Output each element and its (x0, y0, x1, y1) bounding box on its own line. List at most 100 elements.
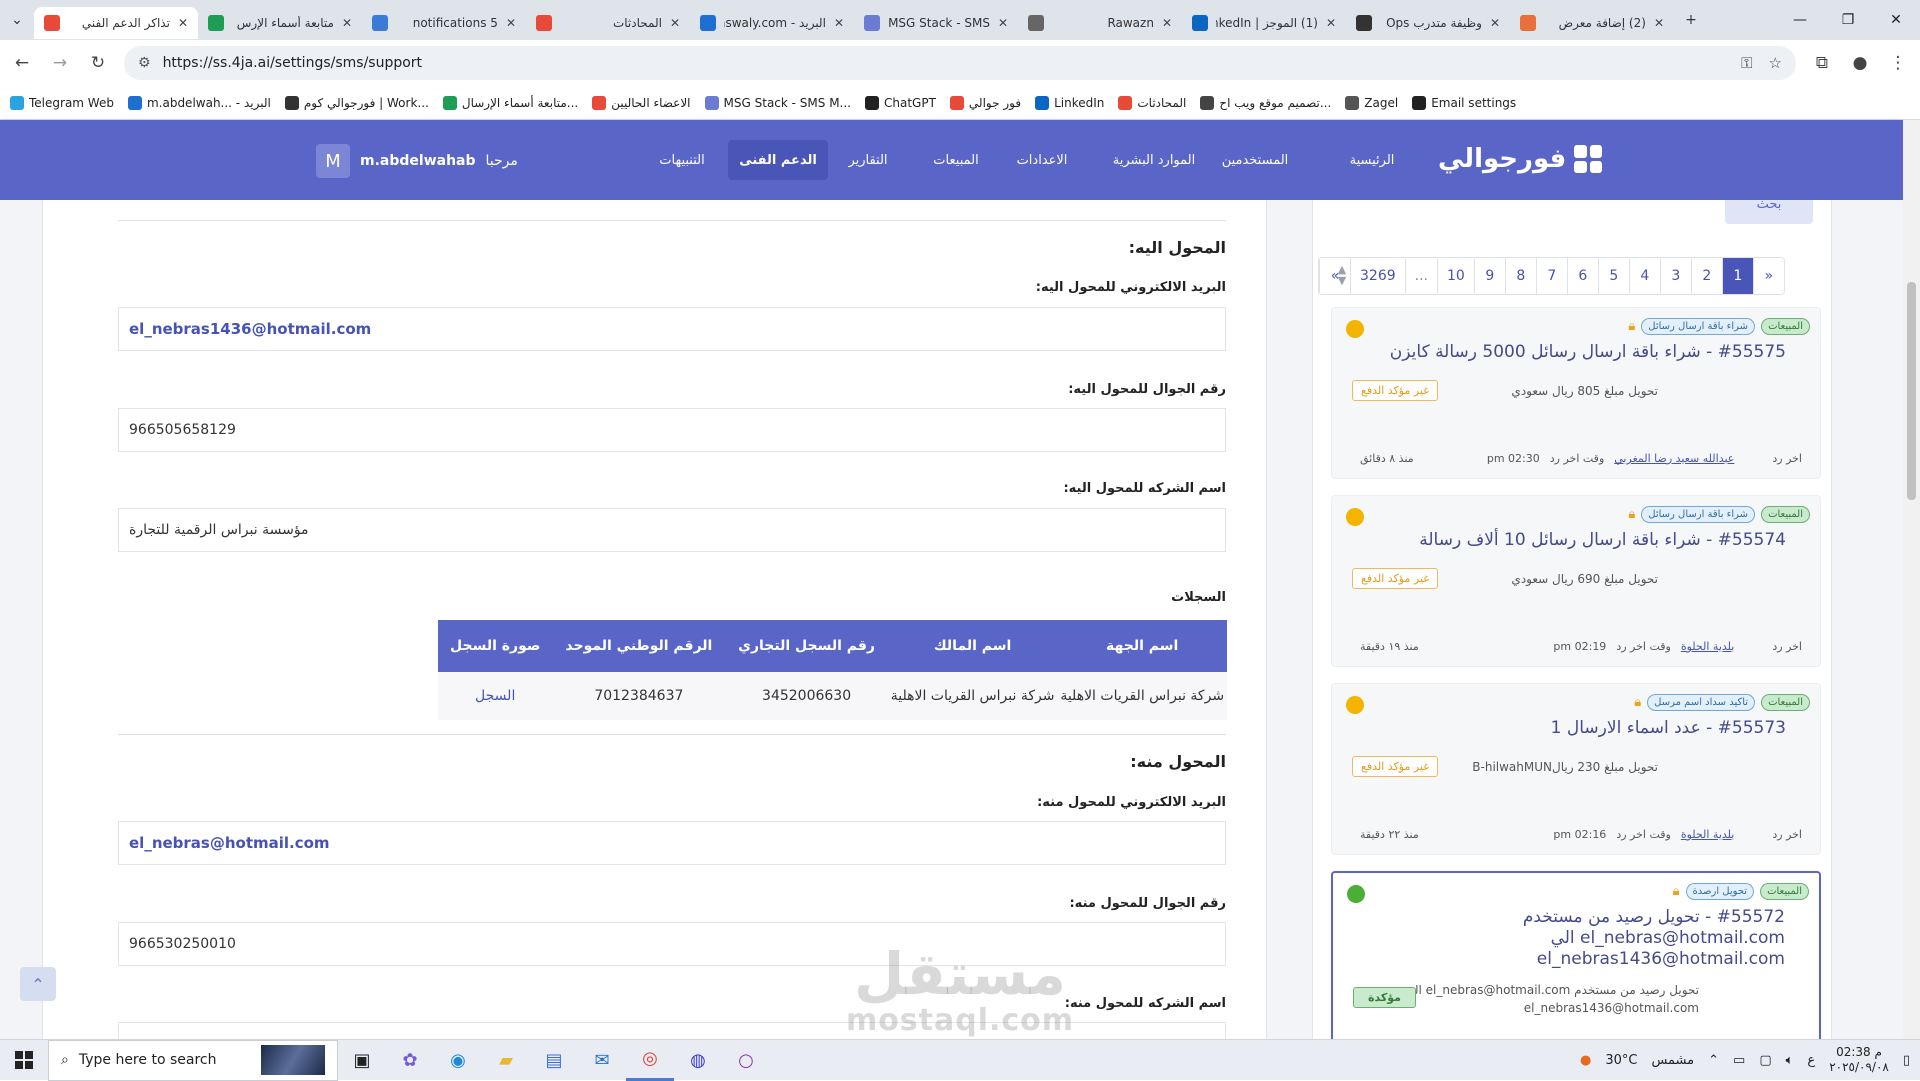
record-image-link[interactable]: السجل (438, 672, 553, 720)
minimize-icon[interactable]: — (1776, 12, 1824, 28)
bookmark-item[interactable]: Email settings (1412, 95, 1516, 110)
chevron-up-icon[interactable]: ⌃ (1708, 1053, 1719, 1068)
tab-close-icon[interactable]: ✕ (506, 16, 516, 30)
nav-item[interactable]: الموارد البشرية (1094, 140, 1214, 180)
browser-tab[interactable]: (1) الموجز | LinkedIn ✕ (1182, 7, 1346, 39)
ticket-card[interactable]: المبيعات شراء باقة ارسال رسائل 🔒︎ #55574 - … (1331, 495, 1821, 667)
nav-item[interactable]: الاعدادات (1000, 140, 1084, 180)
volume-icon[interactable]: 🔈︎ (1786, 1053, 1794, 1068)
bookmark-item[interactable]: Zagel (1345, 95, 1398, 110)
notifications-icon[interactable]: ▯ (1903, 1053, 1910, 1068)
bookmark-item[interactable]: LinkedIn (1035, 95, 1104, 110)
bookmark-item[interactable]: الاعضاء الحاليين (592, 95, 691, 110)
forward-icon[interactable]: → (48, 53, 72, 73)
weather-label[interactable]: مشمس (1651, 1053, 1694, 1068)
page-link[interactable]: 3 (1659, 258, 1691, 294)
nav-item[interactable]: المبيعات (916, 140, 996, 180)
profile-icon[interactable]: ● (1848, 53, 1872, 73)
tab-close-icon[interactable]: ✕ (178, 16, 188, 30)
browser-tab[interactable]: 5 notifications ✕ (362, 7, 526, 39)
tab-close-icon[interactable]: ✕ (1490, 16, 1500, 30)
taskbar-search[interactable]: ⌕ Type here to search (48, 1039, 338, 1081)
ticket-title[interactable]: #55572 - تحويل رصيد من مستخدم el_nebras@h… (1523, 907, 1785, 970)
browser-tab[interactable]: Rawazn ✕ (1018, 7, 1182, 39)
bookmark-item[interactable]: فورجوالي كوم | Work... (284, 95, 429, 110)
nav-item[interactable]: الدعم الفنى (728, 140, 828, 180)
tab-close-icon[interactable]: ✕ (670, 16, 680, 30)
last-reply-user[interactable]: بلدية الحلوة (1681, 828, 1735, 841)
app-icon[interactable]: ◍ (674, 1040, 722, 1081)
outlook-icon[interactable]: ✉ (578, 1040, 626, 1081)
page-link[interactable]: 2 (1690, 258, 1722, 294)
start-button[interactable] (0, 1051, 48, 1069)
bookmark-item[interactable]: تصميم موقع ويب اح... (1200, 95, 1331, 110)
ticket-card[interactable]: المبيعات شراء باقة ارسال رسائل 🔒︎ #55575 - … (1331, 307, 1821, 479)
bookmark-item[interactable]: فور جوالي (949, 95, 1021, 110)
bookmark-item[interactable]: MSG Stack - SMS M... (704, 95, 851, 110)
tab-close-icon[interactable]: ✕ (1162, 16, 1172, 30)
bookmark-item[interactable]: متابعة أسماء الإرسال... (442, 95, 578, 110)
page-link[interactable]: 1 (1721, 258, 1753, 294)
bookmark-item[interactable]: المحادثات (1118, 95, 1186, 110)
ticket-card[interactable]: المبيعات تاكيد سداد اسم مرسل 🔒︎ #55573 - عد… (1331, 683, 1821, 855)
edge-icon[interactable]: ◉ (434, 1040, 482, 1081)
new-tab-button[interactable]: + (1674, 3, 1708, 37)
ticket-card[interactable]: المبيعات تحويل ارصدة 🔒︎ #55572 - تحويل رصيد… (1331, 871, 1821, 1039)
url-field[interactable]: ⚙ https://ss.4ja.ai/settings/sms/support… (124, 46, 1796, 80)
last-reply-user[interactable]: عبدالله سعيد رضا المغربي (1614, 452, 1734, 465)
page-link[interactable]: 4 (1628, 258, 1660, 294)
page-link[interactable]: « (1752, 258, 1784, 294)
nav-item[interactable]: الرئيسية (1326, 140, 1418, 180)
back-icon[interactable]: ← (10, 53, 34, 73)
tab-close-icon[interactable]: ✕ (1326, 16, 1336, 30)
network-icon[interactable]: ▢ (1759, 1053, 1771, 1068)
tab-close-icon[interactable]: ✕ (834, 16, 844, 30)
tab-close-icon[interactable]: ✕ (342, 16, 352, 30)
page-link[interactable]: 10 (1437, 258, 1474, 294)
copilot-icon[interactable]: ✿ (386, 1040, 434, 1081)
browser-tab[interactable]: (2) إضافة معرض ✕ (1510, 7, 1674, 39)
page-link[interactable]: 3269 (1350, 258, 1405, 294)
language-indicator[interactable]: ع (1807, 1053, 1815, 1068)
password-key-icon[interactable]: ⚿ (1741, 54, 1752, 72)
ticket-title[interactable]: #55575 - شراء باقة ارسال رسائل 5000 رسال… (1390, 342, 1786, 363)
browser-tab[interactable]: البريد - aswaly.com ✕ (690, 7, 854, 39)
page-link[interactable]: 7 (1535, 258, 1567, 294)
store-icon[interactable]: ▤ (530, 1040, 578, 1081)
back-to-top-button[interactable]: ⌃ (20, 967, 56, 1001)
app-logo[interactable]: فورجوالي (1438, 144, 1603, 174)
task-view-icon[interactable]: ▣ (338, 1040, 386, 1081)
browser-tab[interactable]: تذاكر الدعم الفني ✕ (34, 7, 198, 39)
last-reply-user[interactable]: بلدية الحلوة (1681, 640, 1735, 653)
browser-tab[interactable]: المحادثات ✕ (526, 7, 690, 39)
tab-search-dropdown-icon[interactable]: ⌄ (0, 3, 34, 37)
nav-item[interactable]: التنبيهات (644, 140, 720, 180)
browser-tab[interactable]: وظيفة متدرب Ops ✕ (1346, 7, 1510, 39)
browser-tab[interactable]: متابعة أسماء الإرس ✕ (198, 7, 362, 39)
file-explorer-icon[interactable]: ▰ (482, 1040, 530, 1081)
chrome-icon[interactable]: ◎ (626, 1040, 674, 1081)
bookmark-star-icon[interactable]: ☆ (1769, 54, 1782, 72)
bookmark-item[interactable]: ChatGPT (865, 95, 936, 110)
extensions-icon[interactable]: ⧉ (1810, 53, 1834, 73)
restore-icon[interactable]: ❐ (1824, 12, 1872, 28)
search-button[interactable]: بحث (1725, 200, 1813, 224)
close-window-icon[interactable]: ✕ (1872, 12, 1920, 28)
battery-icon[interactable]: ▭ (1733, 1053, 1745, 1068)
ticket-title[interactable]: #55573 - عدد اسماء الارسال 1 (1551, 718, 1786, 739)
browser-menu-icon[interactable]: ⋮ (1886, 53, 1910, 73)
clock[interactable]: 02:38 م ٢٠٢٥/٠٩/٠٨ (1829, 1045, 1889, 1075)
user-area[interactable]: M m.abdelwahab مرحبا (316, 144, 518, 178)
nav-item[interactable]: المستخدمين (1200, 140, 1310, 180)
page-link[interactable]: 6 (1566, 258, 1598, 294)
site-settings-icon[interactable]: ⚙ (138, 55, 151, 71)
page-link[interactable]: 9 (1473, 258, 1505, 294)
reload-icon[interactable]: ↻ (86, 53, 110, 73)
tab-close-icon[interactable]: ✕ (1654, 16, 1664, 30)
ticket-title[interactable]: #55574 - شراء باقة ارسال رسائل 10 ألاف ر… (1419, 530, 1786, 551)
bookmark-item[interactable]: Telegram Web (10, 95, 114, 110)
obs-icon[interactable]: ○ (722, 1040, 770, 1081)
bookmark-item[interactable]: m.abdelwah... - البريد (127, 95, 271, 110)
page-scrollbar-thumb[interactable] (1907, 282, 1916, 500)
sort-icon[interactable]: ▲ ▼ (1333, 264, 1351, 290)
